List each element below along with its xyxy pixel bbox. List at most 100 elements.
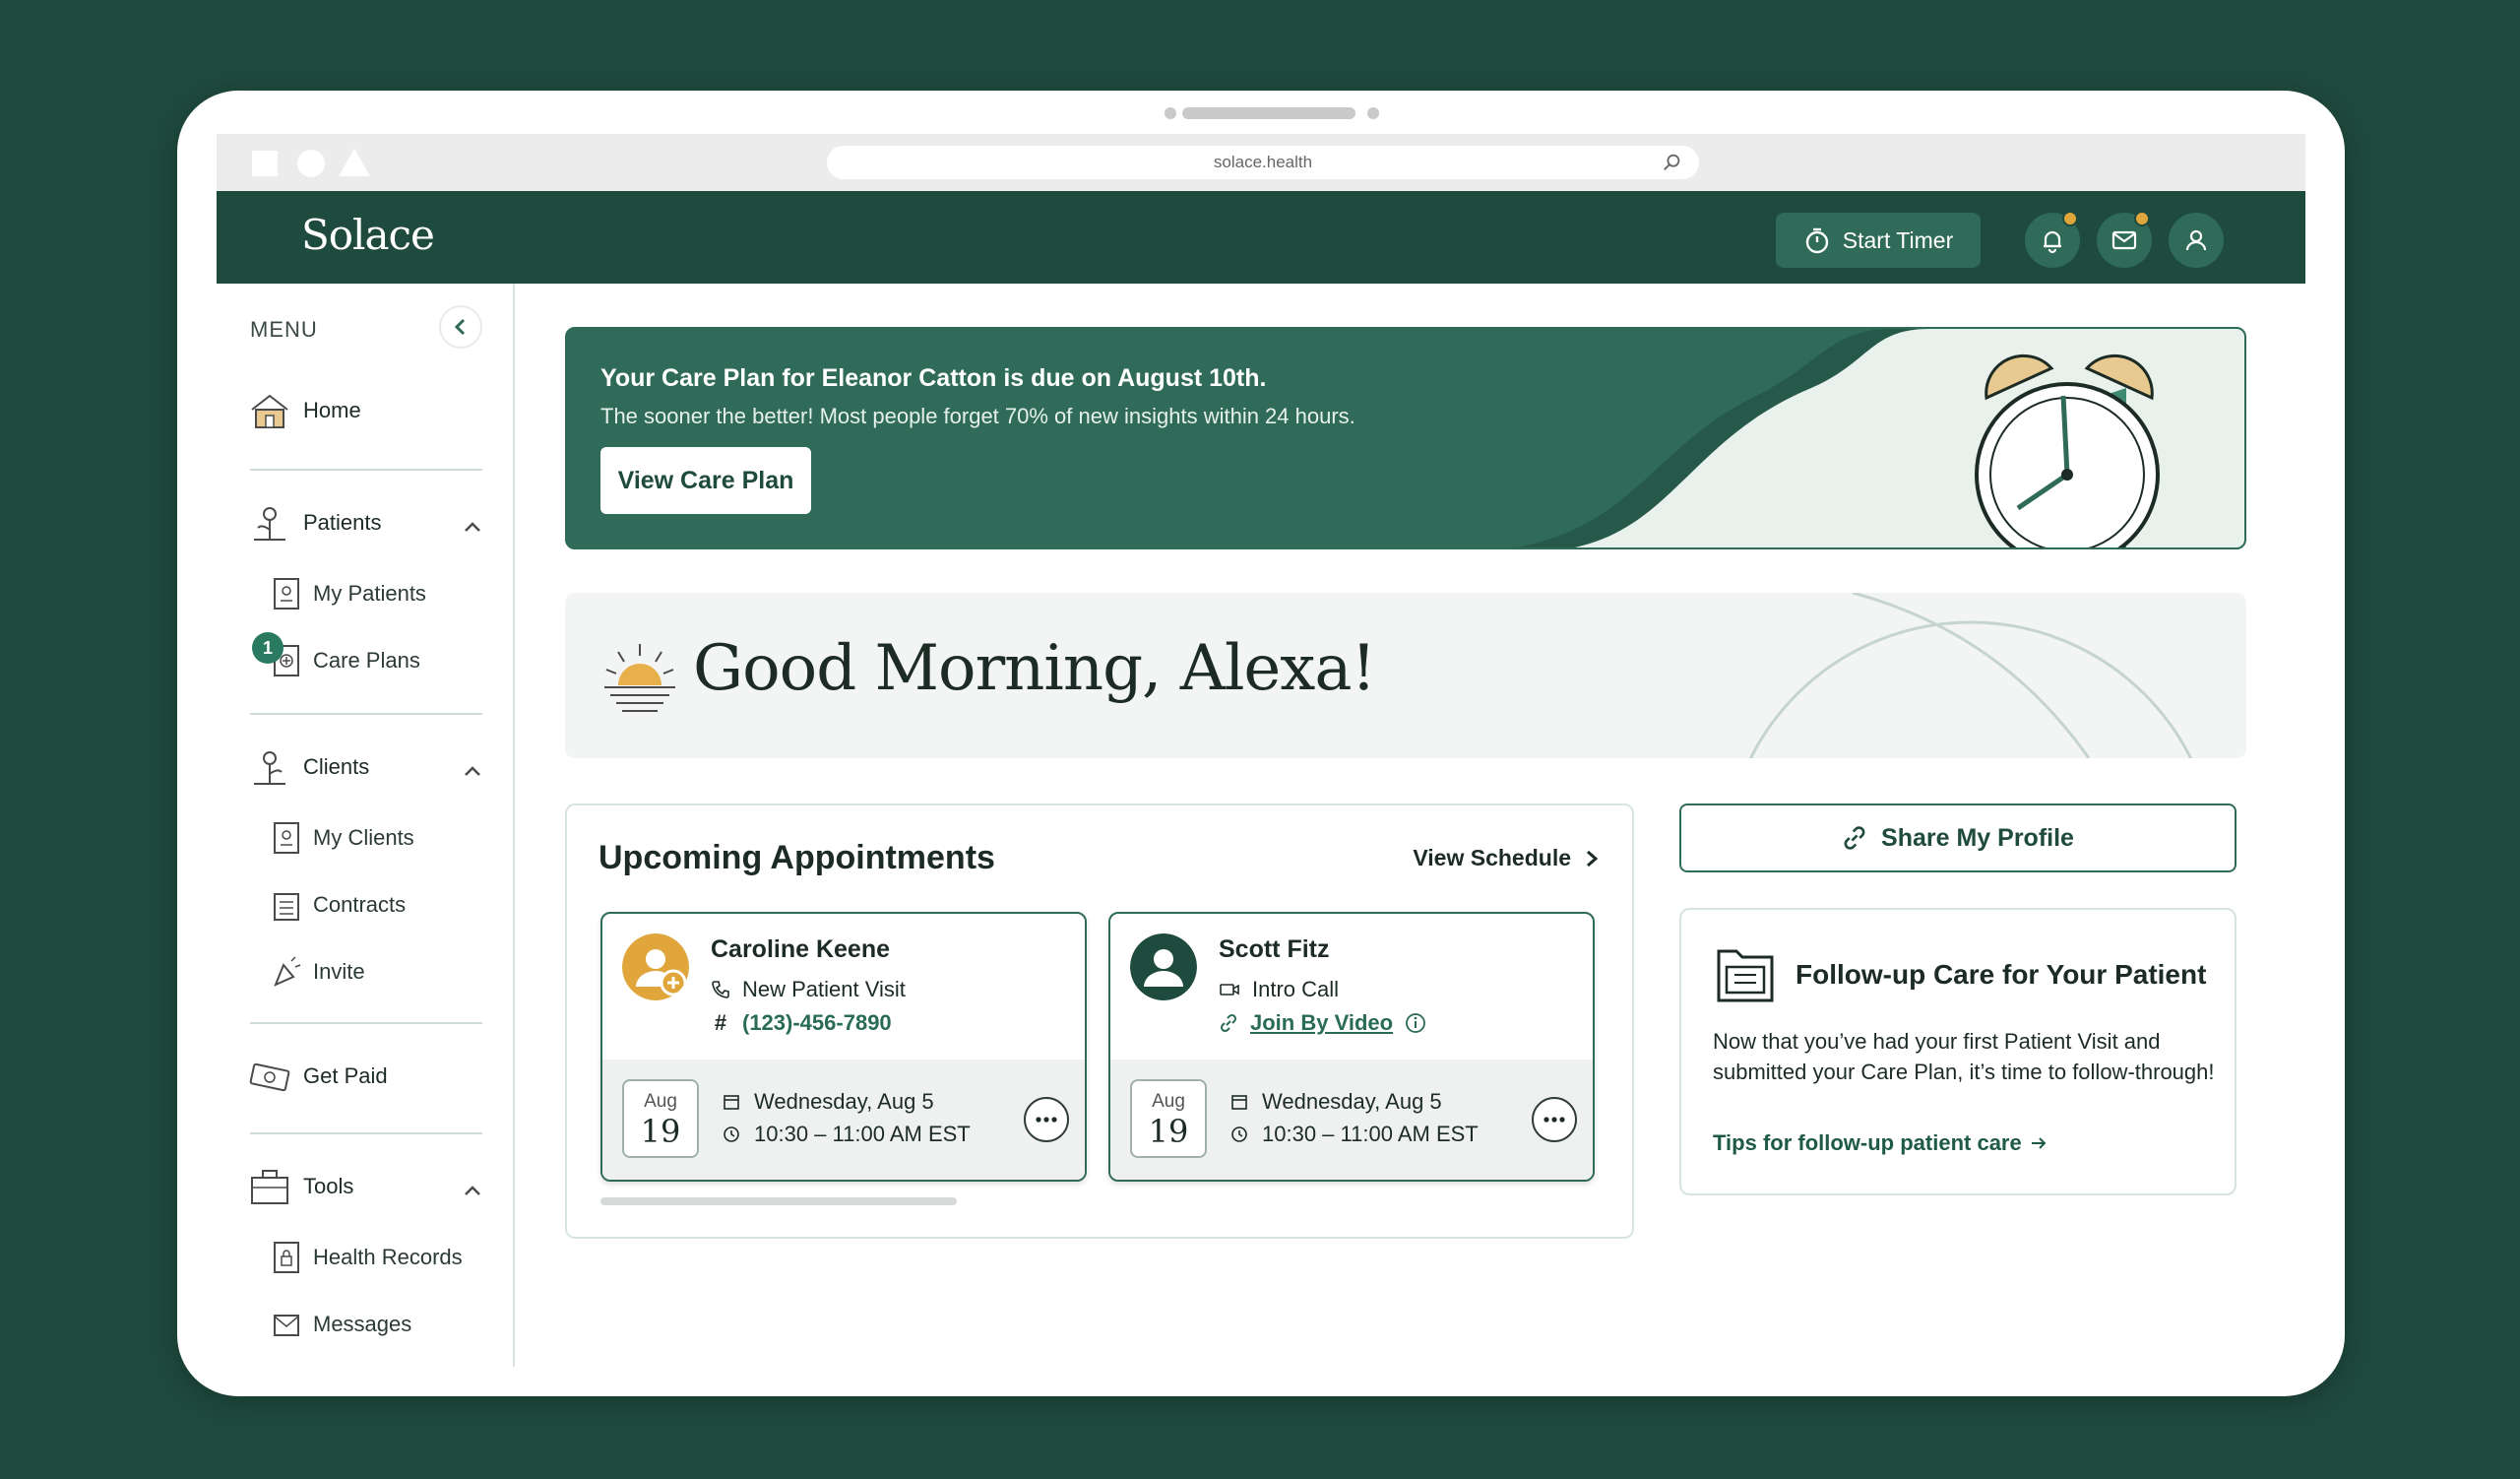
sidebar-item-home[interactable]: Home [248, 390, 361, 431]
appointment-phone-link[interactable]: (123)-456-7890 [742, 1010, 892, 1036]
solace-logo[interactable]: Solace [301, 211, 435, 259]
sidebar: MENU Home Patients My Patients Care Plan… [217, 284, 515, 1367]
sidebar-item-get-paid-label: Get Paid [303, 1063, 388, 1088]
address-bar[interactable]: solace.health [827, 146, 1699, 179]
date-day: 19 [640, 1113, 681, 1150]
info-icon[interactable] [1405, 1012, 1426, 1034]
link-icon [1844, 826, 1865, 850]
house-icon [251, 394, 288, 428]
view-care-plan-button[interactable]: View Care Plan [600, 447, 811, 514]
appointment-footer: Aug 19 Wednesday, Aug 5 10:30 – 11:00 AM… [1110, 1060, 1593, 1180]
sidebar-item-messages[interactable]: Messages [272, 1308, 411, 1341]
horizontal-scrollbar[interactable] [600, 1197, 957, 1205]
appointment-time: 10:30 – 11:00 AM EST [723, 1122, 971, 1147]
search-icon[interactable] [1662, 152, 1683, 173]
appointment-name: Caroline Keene [711, 935, 891, 963]
care-plan-banner: Your Care Plan for Eleanor Catton is due… [565, 327, 2246, 549]
calendar-icon [724, 1095, 739, 1110]
join-by-video-link[interactable]: Join By Video [1250, 1010, 1393, 1036]
decorative-arcs [1748, 593, 2193, 758]
address-bar-text: solace.health [1213, 153, 1313, 171]
appointment-card[interactable]: Scott Fitz Intro Call Join By Video Aug … [1108, 912, 1595, 1182]
user-icon [2185, 229, 2207, 251]
sidebar-item-invite-label: Invite [313, 959, 365, 984]
new-patient-avatar-icon [622, 933, 689, 1000]
appointment-name: Scott Fitz [1219, 935, 1330, 963]
sidebar-item-health-records-label: Health Records [313, 1245, 463, 1269]
appointment-date-label: Wednesday, Aug 5 [754, 1089, 934, 1114]
start-timer-label: Start Timer [1842, 226, 1954, 253]
greeting-panel: Good Morning, Alexa! [565, 593, 2246, 758]
sidebar-item-invite[interactable]: Invite [272, 955, 365, 989]
calendar-icon [1231, 1095, 1247, 1110]
flower-icon [254, 507, 285, 541]
video-camera-icon [1220, 984, 1239, 996]
envelope-icon [274, 1315, 299, 1336]
notifications-button[interactable] [2025, 211, 2080, 268]
sidebar-item-care-plans[interactable]: Care Plans [272, 644, 420, 677]
sidebar-item-contracts-label: Contracts [313, 892, 407, 917]
appointments-title: Upcoming Appointments [598, 839, 995, 876]
appointment-date-label: Wednesday, Aug 5 [1262, 1089, 1442, 1114]
appointment-date: Wednesday, Aug 5 [1230, 1089, 1442, 1115]
appointment-card[interactable]: Caroline Keene New Patient Visit # (123)… [600, 912, 1087, 1182]
ellipsis-icon [1544, 1117, 1565, 1123]
sidebar-item-contracts[interactable]: Contracts [272, 888, 406, 922]
appointment-contact: Join By Video [1219, 1010, 1426, 1036]
hash-icon: # [714, 1010, 727, 1035]
appointment-time-label: 10:30 – 11:00 AM EST [1262, 1122, 1479, 1146]
sidebar-item-my-clients[interactable]: My Clients [272, 821, 414, 855]
sidebar-item-clients[interactable]: Clients [248, 746, 369, 788]
date-month: Aug [1152, 1091, 1185, 1112]
clock-icon [724, 1126, 739, 1142]
more-options-button[interactable] [1024, 1097, 1069, 1142]
start-timer-button[interactable]: Start Timer [1776, 213, 1981, 268]
party-popper-icon [274, 956, 301, 987]
sidebar-item-my-patients-label: My Patients [313, 581, 426, 606]
device-frame: solace.health Solace Start Timer MENU Ho… [177, 91, 2345, 1396]
sidebar-item-tools-label: Tools [303, 1174, 354, 1198]
client-avatar-icon [1130, 933, 1197, 1000]
sidebar-item-get-paid[interactable]: Get Paid [248, 1056, 388, 1097]
sidebar-item-my-clients-label: My Clients [313, 825, 414, 850]
money-icon [249, 1062, 290, 1092]
speaker-bar [1182, 107, 1355, 119]
chevron-up-icon[interactable] [463, 1184, 482, 1197]
chevron-up-icon[interactable] [463, 764, 482, 778]
messages-button[interactable] [2097, 211, 2152, 268]
view-schedule-label: View Schedule [1413, 845, 1571, 870]
chevron-up-icon[interactable] [463, 520, 482, 534]
patient-file-icon [274, 578, 299, 610]
circle-shape-icon [297, 150, 325, 177]
message-dot [2134, 211, 2150, 226]
follow-up-tips-label: Tips for follow-up patient care [1713, 1130, 2022, 1155]
view-schedule-link[interactable]: View Schedule [1413, 845, 1599, 871]
menu-label: MENU [250, 317, 318, 342]
appointment-type: New Patient Visit [711, 977, 906, 1002]
folder-document-icon [1717, 949, 1774, 1002]
appointment-type: Intro Call [1219, 977, 1339, 1002]
sidebar-item-care-plans-label: Care Plans [313, 648, 420, 673]
sidebar-item-patients[interactable]: Patients [248, 502, 382, 544]
appointment-type-label: New Patient Visit [742, 977, 906, 1001]
toolbox-icon [251, 1170, 288, 1204]
follow-up-tips-link[interactable]: Tips for follow-up patient care [1713, 1130, 2048, 1156]
care-plans-badge: 1 [252, 632, 284, 664]
sidebar-item-patients-label: Patients [303, 510, 382, 535]
sidebar-item-tools[interactable]: Tools [248, 1166, 353, 1207]
more-options-button[interactable] [1532, 1097, 1577, 1142]
follow-up-body: Now that you’ve had your first Patient V… [1713, 1029, 2215, 1084]
follow-up-care-card: Follow-up Care for Your Patient Now that… [1679, 908, 2236, 1195]
sidebar-item-health-records[interactable]: Health Records [272, 1241, 463, 1274]
sidebar-item-home-label: Home [303, 398, 361, 422]
date-day: 19 [1148, 1113, 1189, 1150]
sunrise-icon [604, 644, 675, 712]
flower-icon [254, 751, 285, 785]
phone-icon [712, 981, 729, 998]
collapse-sidebar-button[interactable] [439, 305, 482, 349]
sidebar-item-my-patients[interactable]: My Patients [272, 577, 426, 611]
top-navigation: Solace Start Timer [217, 191, 2305, 284]
profile-button[interactable] [2169, 213, 2224, 268]
share-my-profile-button[interactable]: Share My Profile [1679, 804, 2236, 872]
triangle-shape-icon [339, 149, 370, 176]
